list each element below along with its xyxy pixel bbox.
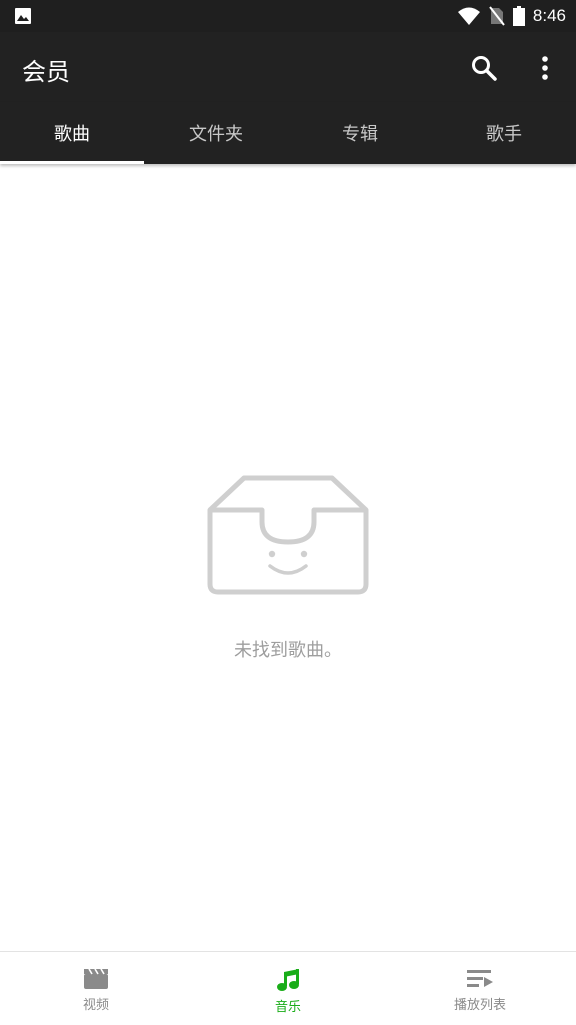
clock: 8:46 (532, 6, 566, 25)
tab-label: 歌手 (486, 124, 522, 145)
more-vert-icon[interactable] (533, 52, 557, 84)
music-note-icon (277, 969, 299, 991)
nav-label: 播放列表 (453, 998, 506, 1013)
nav-playlist[interactable]: 播放列表 (384, 952, 576, 1025)
empty-message: 未找到歌曲。 (234, 640, 342, 661)
battery-icon (512, 6, 525, 26)
no-sim-icon (489, 6, 505, 26)
empty-state: 未找到歌曲。 (0, 470, 576, 662)
nav-music[interactable]: 音乐 (192, 952, 384, 1025)
nav-label: 视频 (82, 998, 109, 1013)
tab-label: 文件夹 (189, 124, 243, 145)
nav-label: 音乐 (274, 1000, 301, 1015)
tab-bar: 歌曲 文件夹 专辑 歌手 (0, 102, 576, 164)
tab-label: 歌曲 (54, 124, 90, 145)
app-bar: 会员 (0, 32, 576, 102)
tab-songs[interactable]: 歌曲 (0, 102, 144, 164)
image-icon (15, 8, 31, 24)
nav-video[interactable]: 视频 (0, 952, 192, 1025)
tab-label: 专辑 (342, 124, 378, 145)
bottom-nav: 视频 音乐 播放列表 (0, 951, 576, 1025)
playlist-icon (467, 970, 493, 987)
tab-albums[interactable]: 专辑 (288, 102, 432, 164)
tab-folders[interactable]: 文件夹 (144, 102, 288, 164)
empty-box-icon (207, 475, 369, 595)
search-icon[interactable] (470, 54, 498, 82)
status-bar: 8:46 (0, 0, 576, 32)
page-title: 会员 (22, 58, 70, 86)
wifi-icon (457, 7, 480, 25)
tab-artists[interactable]: 歌手 (432, 102, 576, 164)
video-icon (84, 968, 108, 989)
